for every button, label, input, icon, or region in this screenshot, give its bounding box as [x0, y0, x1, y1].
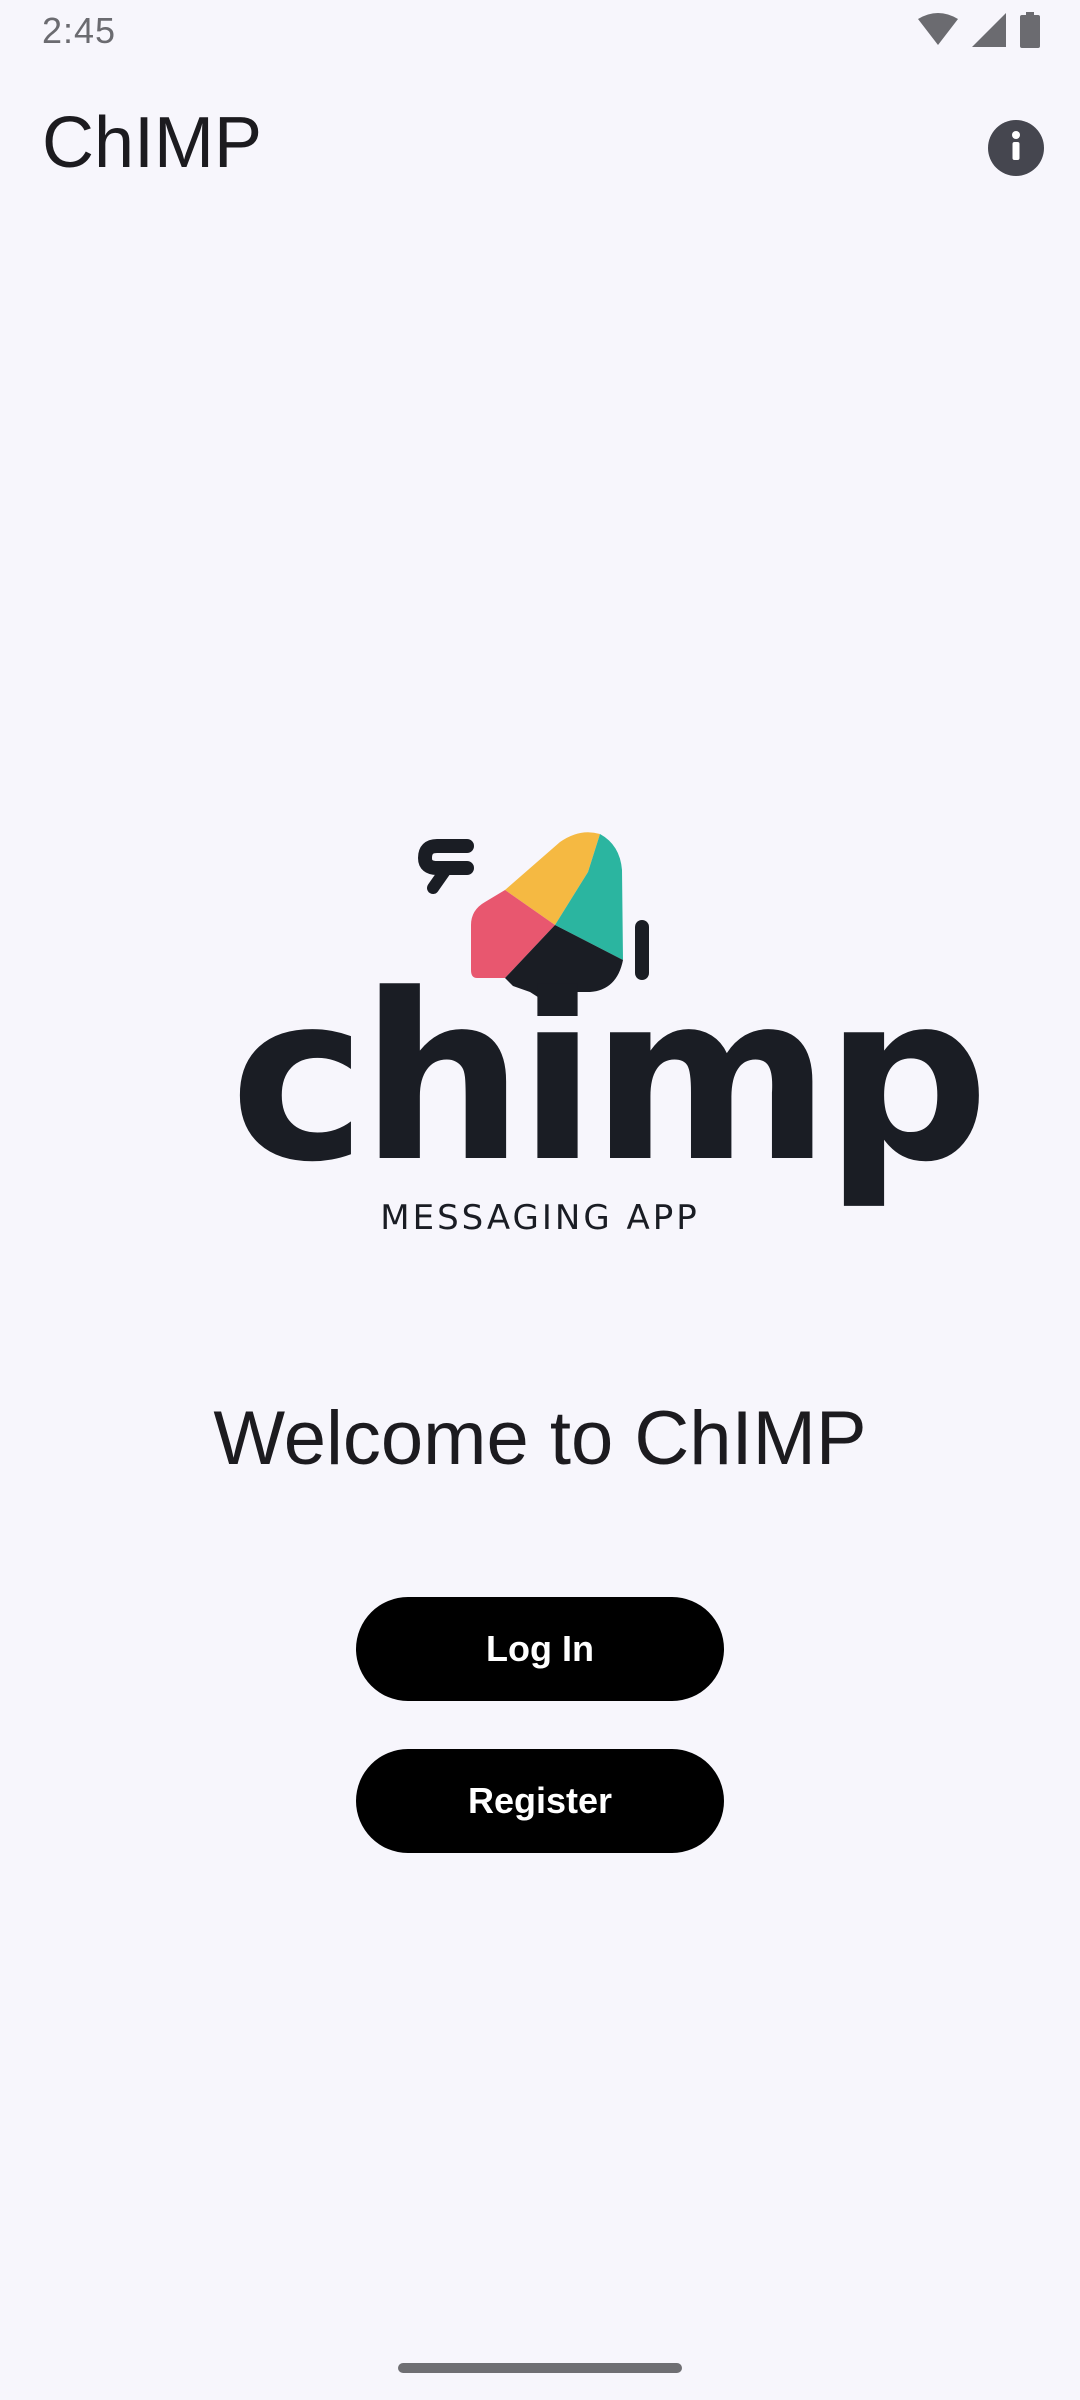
logo-wordmark: chimp [230, 946, 989, 1213]
battery-icon [1020, 11, 1040, 53]
welcome-title: Welcome to ChIMP [213, 1396, 867, 1481]
register-button[interactable]: Register [356, 1749, 724, 1853]
wifi-icon [918, 12, 958, 52]
info-icon [988, 118, 1044, 179]
chimp-logo: chimp MESSAGING APP [230, 820, 989, 1240]
app-bar: ChIMP [0, 80, 1080, 210]
gesture-nav-handle[interactable] [398, 2363, 682, 2373]
app-title: ChIMP [42, 103, 263, 183]
login-button[interactable]: Log In [356, 1597, 724, 1701]
logo-tagline: MESSAGING APP [380, 1198, 700, 1238]
status-icons [918, 11, 1040, 53]
info-button[interactable] [988, 120, 1044, 176]
status-time: 2:45 [42, 10, 117, 51]
cell-signal-icon [972, 12, 1006, 52]
status-bar: 2:45 [0, 0, 1080, 64]
